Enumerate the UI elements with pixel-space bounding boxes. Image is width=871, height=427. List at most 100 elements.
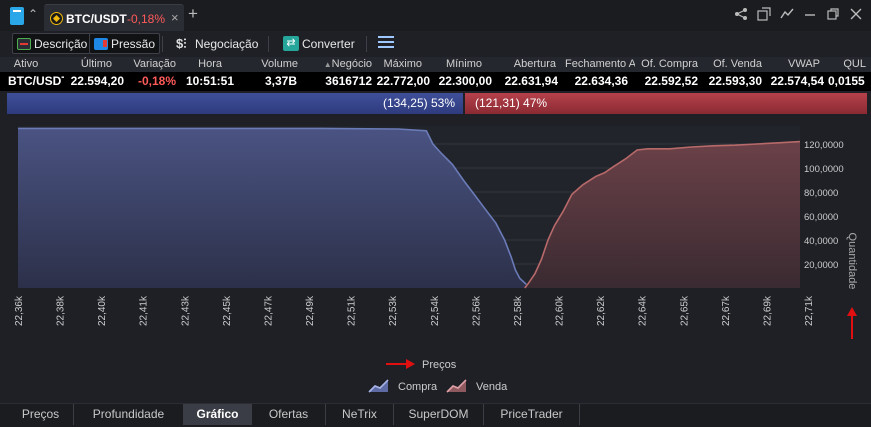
quote-header: Ativo Último Variação Hora Volume ▲Negóc…: [0, 57, 871, 72]
x-tick-label: 22,49k: [305, 295, 316, 326]
tab-superdom[interactable]: SuperDOM: [394, 404, 484, 425]
pressure-buy: (134,25) 53%: [7, 93, 463, 114]
header-vwap[interactable]: VWAP: [768, 57, 820, 72]
settings-sliders-icon[interactable]: [378, 36, 394, 50]
depth-chart-svg[interactable]: 20,0000 40,0000 60,0000 80,0000 100,0000 120,…: [0, 118, 871, 401]
x-tick-label: 22,62k: [596, 295, 607, 326]
convert-icon: ⇄: [283, 36, 299, 51]
tab-precos[interactable]: Preços: [8, 404, 74, 425]
chart-link-icon[interactable]: [780, 7, 794, 21]
header-ultimo[interactable]: Último: [64, 57, 112, 72]
cell-minimo: 22.300,00: [438, 74, 492, 88]
x-tick-label: 22,36k: [14, 295, 25, 326]
x-tick-label: 22,40k: [97, 295, 108, 326]
tab-profundidade[interactable]: Profundidade: [74, 404, 184, 425]
header-hora[interactable]: Hora: [180, 57, 222, 72]
depth-chart[interactable]: 20,0000 40,0000 60,0000 80,0000 100,0000 120,…: [0, 118, 871, 401]
x-tick-label: 22,67k: [721, 295, 732, 326]
cell-variacao: -0,18%: [137, 74, 176, 88]
symbol-tab[interactable]: BTC/USDT -0,18% ×: [44, 4, 184, 31]
x-tick-label: 22,56k: [471, 295, 482, 326]
tab-symbol: BTC/USDT: [66, 12, 127, 26]
legend-compra[interactable]: Compra: [368, 379, 438, 393]
header-maximo[interactable]: Máximo: [376, 57, 422, 72]
header-of-venda[interactable]: Of. Venda: [706, 57, 762, 72]
x-tick-label: 22,41k: [139, 295, 150, 326]
cell-negocio: 3616712: [325, 74, 372, 88]
header-variacao[interactable]: Variação: [124, 57, 176, 72]
header-fechamento[interactable]: Fechamento A: [565, 57, 635, 72]
restore-icon[interactable]: [826, 7, 840, 21]
sort-asc-icon: ▲: [323, 60, 332, 69]
tab-grafico[interactable]: Gráfico: [184, 404, 252, 425]
x-tick-label: 22,47k: [264, 295, 275, 326]
legend-venda-label: Venda: [476, 381, 508, 393]
header-of-compra[interactable]: Of. Compra: [638, 57, 698, 72]
x-tick-label: 22,58k: [513, 295, 524, 326]
tab-pricetrader[interactable]: PriceTrader: [484, 404, 580, 425]
quote-row[interactable]: BTC/USDT 22.594,20 -0,18% 10:51:51 3,37B…: [0, 72, 871, 91]
toolbar-divider: [162, 36, 163, 52]
depth-chart-window: ⌃ BTC/USDT -0,18% × + Descrição Pressão: [0, 0, 871, 427]
minimize-icon[interactable]: [803, 7, 817, 21]
cell-abertura: 22.631,94: [504, 74, 558, 88]
binance-coin-icon: [50, 12, 63, 25]
pressao-button[interactable]: Pressão: [89, 33, 161, 54]
x-tick-label: 22,65k: [679, 295, 690, 326]
x-tick-label: 22,54k: [430, 295, 441, 326]
legend-compra-label: Compra: [398, 381, 438, 393]
x-tick-label: 22,43k: [180, 295, 191, 326]
negociacao-label: Negociação: [195, 36, 259, 51]
x-tick-label: 22,60k: [555, 295, 566, 326]
cell-of-venda: 22.593,30: [708, 74, 762, 88]
dollar-bars-icon: $⫶: [176, 35, 187, 51]
header-negocio[interactable]: ▲Negócio: [316, 57, 372, 72]
cell-hora: 10:51:51: [185, 74, 234, 88]
cell-of-compra: 22.592,52: [644, 74, 698, 88]
descricao-label: Descrição: [34, 36, 88, 51]
x-tick-label: 22,38k: [56, 295, 67, 326]
negociacao-button[interactable]: $⫶ Negociação: [172, 33, 262, 54]
cell-fechamento: 22.634,36: [574, 74, 628, 88]
tab-netrix[interactable]: NeTrix: [326, 404, 394, 425]
y-tick-label: 80,0000: [804, 188, 838, 199]
header-ativo[interactable]: Ativo: [6, 57, 46, 72]
pressure-bar: (134,25) 53% (121,31) 47%: [7, 93, 867, 114]
tab-change: -0,18%: [127, 12, 166, 26]
descricao-icon: [17, 37, 31, 50]
x-axis-arrow-icon: [386, 359, 415, 369]
x-tick-label: 22,53k: [388, 295, 399, 326]
pressure-sell: (121,31) 47%: [465, 93, 867, 114]
y-tick-label: 20,0000: [804, 260, 838, 271]
y-tick-label: 40,0000: [804, 236, 838, 247]
y-axis-label: Quantidade: [846, 233, 858, 290]
x-tick-label: 22,71k: [804, 295, 815, 326]
descricao-button[interactable]: Descrição: [12, 33, 93, 54]
app-icon[interactable]: [10, 7, 24, 25]
tab-close-icon[interactable]: ×: [171, 10, 179, 25]
tab-ofertas[interactable]: Ofertas: [252, 404, 326, 425]
header-abertura[interactable]: Abertura: [500, 57, 556, 72]
header-minimo[interactable]: Mínimo: [440, 57, 482, 72]
y-tick-label: 60,0000: [804, 212, 838, 223]
toolbar: Descrição Pressão $⫶ Negociação ⇄ Conver…: [0, 31, 871, 57]
pressao-label: Pressão: [111, 36, 156, 51]
bottom-tabs: Preços Profundidade Gráfico Ofertas NeTr…: [0, 403, 871, 427]
add-tab-icon[interactable]: +: [188, 5, 198, 22]
header-volume[interactable]: Volume: [250, 57, 298, 72]
x-tick-label: 22,45k: [222, 295, 233, 326]
close-icon[interactable]: [849, 7, 863, 21]
legend-venda[interactable]: Venda: [446, 379, 508, 393]
cell-vwap: 22.574,54: [770, 74, 824, 88]
x-tick-label: 22,64k: [638, 295, 649, 326]
popout-icon[interactable]: [757, 7, 771, 21]
share-icon[interactable]: [734, 7, 748, 21]
cell-qul: 0,0155: [828, 74, 865, 88]
converter-button[interactable]: ⇄ Converter: [279, 33, 359, 54]
title-bar: ⌃ BTC/USDT -0,18% × +: [0, 0, 871, 31]
y-axis-arrow-icon: [847, 307, 857, 339]
collapse-caret-icon[interactable]: ⌃: [28, 8, 40, 20]
header-qul[interactable]: QUL: [838, 57, 866, 72]
y-tick-label: 100,0000: [804, 164, 844, 175]
x-axis-label: Preços: [422, 359, 457, 371]
